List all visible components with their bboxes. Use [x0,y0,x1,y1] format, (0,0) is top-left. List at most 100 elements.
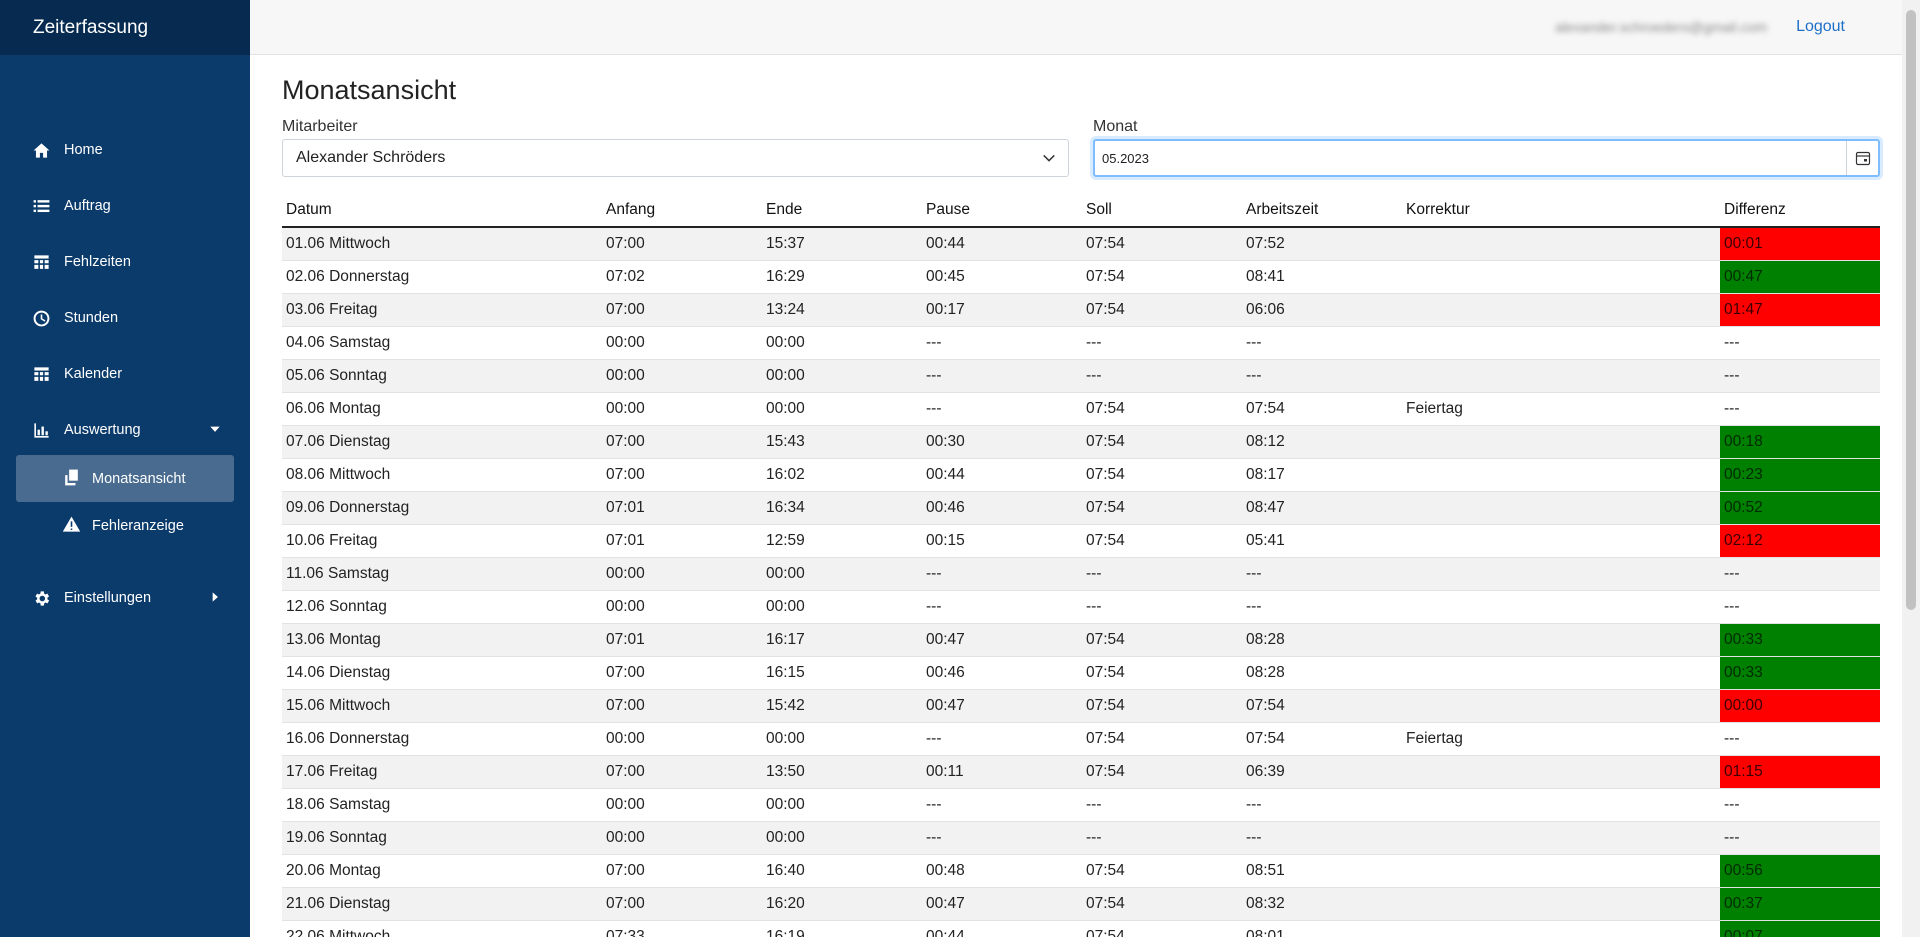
cell-pause: --- [922,722,1082,756]
table-row[interactable]: 17.06 Freitag 07:00 13:50 00:11 07:54 06:39 01… [282,755,1880,789]
cell-differenz: --- [1720,788,1880,822]
caret-down-icon [208,422,222,440]
cell-differenz: --- [1720,326,1880,360]
scrollbar-thumb[interactable] [1906,10,1916,610]
cell-soll: 07:54 [1082,392,1242,426]
cell-korrektur [1402,260,1720,294]
column-header[interactable]: Ende [762,193,922,228]
cell-arbeitszeit: --- [1242,557,1402,591]
app-title[interactable]: Zeiterfassung [0,0,250,55]
cell-ende: 15:43 [762,425,922,459]
cell-arbeitszeit: --- [1242,590,1402,624]
cell-anfang: 07:01 [602,491,762,525]
column-header[interactable]: Anfang [602,193,762,228]
cell-korrektur [1402,920,1720,937]
table-row[interactable]: 20.06 Montag 07:00 16:40 00:48 07:54 08:51 00:… [282,854,1880,888]
cell-pause: --- [922,821,1082,855]
cell-pause: --- [922,392,1082,426]
sidebar-item-label: Auswertung [64,422,141,438]
cell-soll: 07:54 [1082,920,1242,937]
table-row[interactable]: 02.06 Donnerstag 07:02 16:29 00:45 07:54 08:4… [282,260,1880,294]
table-row[interactable]: 01.06 Mittwoch 07:00 15:37 00:44 07:54 07:52 0… [282,227,1880,261]
table-row[interactable]: 12.06 Sonntag 00:00 00:00 --- --- --- --- [282,590,1880,624]
table-row[interactable]: 14.06 Dienstag 07:00 16:15 00:46 07:54 08:28 0… [282,656,1880,690]
cell-korrektur [1402,458,1720,492]
cell-pause: 00:47 [922,689,1082,723]
cell-pause: 00:44 [922,227,1082,261]
cell-anfang: 07:00 [602,293,762,327]
calendar-button[interactable] [1846,141,1878,175]
cell-ende: 16:20 [762,887,922,921]
sidebar-item-home[interactable]: Home [0,130,250,170]
sidebar-item-kalender[interactable]: Kalender [0,354,250,394]
cell-arbeitszeit: --- [1242,359,1402,393]
cell-soll: 07:54 [1082,755,1242,789]
cell-korrektur [1402,887,1720,921]
cell-soll: 07:54 [1082,887,1242,921]
cell-differenz: 00:52 [1720,491,1880,525]
cell-anfang: 00:00 [602,590,762,624]
cell-soll: 07:54 [1082,656,1242,690]
table-row[interactable]: 22.06 Mittwoch 07:33 16:19 00:44 07:54 08:01 0… [282,920,1880,937]
sidebar-item-fehlzeiten[interactable]: Fehlzeiten [0,242,250,282]
cell-differenz: 01:15 [1720,755,1880,789]
cell-datum: 08.06 Mittwoch [282,458,602,492]
chevron-down-icon [1042,151,1056,170]
table-row[interactable]: 13.06 Montag 07:01 16:17 00:47 07:54 08:28 00:… [282,623,1880,657]
column-header[interactable]: Soll [1082,193,1242,228]
sidebar-subitem-fehleranzeige[interactable]: Fehleranzeige [16,502,234,549]
cell-ende: 00:00 [762,557,922,591]
month-input[interactable] [1095,141,1835,175]
cell-arbeitszeit: 07:54 [1242,689,1402,723]
cell-datum: 19.06 Sonntag [282,821,602,855]
table-row[interactable]: 19.06 Sonntag 00:00 00:00 --- --- --- --- [282,821,1880,855]
cell-differenz: --- [1720,557,1880,591]
table-row[interactable]: 05.06 Sonntag 00:00 00:00 --- --- --- --- [282,359,1880,393]
cell-soll: 07:54 [1082,425,1242,459]
column-header[interactable]: Korrektur [1402,193,1720,228]
table-row[interactable]: 15.06 Mittwoch 07:00 15:42 00:47 07:54 07:54 0… [282,689,1880,723]
sidebar-item-auswertung[interactable]: Auswertung [0,410,250,450]
cell-anfang: 07:01 [602,623,762,657]
column-header[interactable]: Datum [282,193,602,228]
column-header[interactable]: Pause [922,193,1082,228]
cell-anfang: 00:00 [602,821,762,855]
cell-arbeitszeit: 08:28 [1242,656,1402,690]
calendar-icon [1855,151,1870,166]
column-header[interactable]: Differenz [1720,193,1880,228]
table-row[interactable]: 18.06 Samstag 00:00 00:00 --- --- --- --- [282,788,1880,822]
cell-differenz: 00:07 [1720,920,1880,937]
table-row[interactable]: 16.06 Donnerstag 00:00 00:00 --- 07:54 07:54 F… [282,722,1880,756]
cell-differenz: --- [1720,722,1880,756]
cell-ende: 00:00 [762,722,922,756]
employee-select[interactable]: Alexander Schröders [282,139,1069,177]
table-row[interactable]: 21.06 Dienstag 07:00 16:20 00:47 07:54 08:32 0… [282,887,1880,921]
sidebar-item-label: Kalender [64,366,123,382]
cell-ende: 00:00 [762,821,922,855]
sidebar-item-auftrag[interactable]: Auftrag [0,186,250,226]
cell-differenz: --- [1720,392,1880,426]
cell-ende: 13:24 [762,293,922,327]
table-row[interactable]: 10.06 Freitag 07:01 12:59 00:15 07:54 05:41 02… [282,524,1880,558]
table-row[interactable]: 04.06 Samstag 00:00 00:00 --- --- --- --- [282,326,1880,360]
table-row[interactable]: 09.06 Donnerstag 07:01 16:34 00:46 07:54 08:4… [282,491,1880,525]
sidebar-item-einstellungen[interactable]: Einstellungen [0,578,250,618]
logout-link[interactable]: Logout [1796,18,1845,36]
table-row[interactable]: 06.06 Montag 00:00 00:00 --- 07:54 07:54 Feier… [282,392,1880,426]
cell-soll: 07:54 [1082,458,1242,492]
employee-select-value: Alexander Schröders [296,149,446,166]
scrollbar[interactable] [1902,0,1920,937]
cell-ende: 16:02 [762,458,922,492]
column-header[interactable]: Arbeitszeit [1242,193,1402,228]
list-icon [31,196,51,216]
cell-pause: --- [922,590,1082,624]
table-row[interactable]: 08.06 Mittwoch 07:00 16:02 00:44 07:54 08:17 0… [282,458,1880,492]
table-row[interactable]: 03.06 Freitag 07:00 13:24 00:17 07:54 06:06 01… [282,293,1880,327]
cell-ende: 00:00 [762,788,922,822]
sidebar-subitem-monatsansicht[interactable]: Monatsansicht [16,455,234,502]
table-row[interactable]: 07.06 Dienstag 07:00 15:43 00:30 07:54 08:12 0… [282,425,1880,459]
sidebar-item-stunden[interactable]: Stunden [0,298,250,338]
sidebar-item-label: Einstellungen [64,590,152,606]
table-row[interactable]: 11.06 Samstag 00:00 00:00 --- --- --- --- [282,557,1880,591]
employee-label: Mitarbeiter [282,118,358,135]
